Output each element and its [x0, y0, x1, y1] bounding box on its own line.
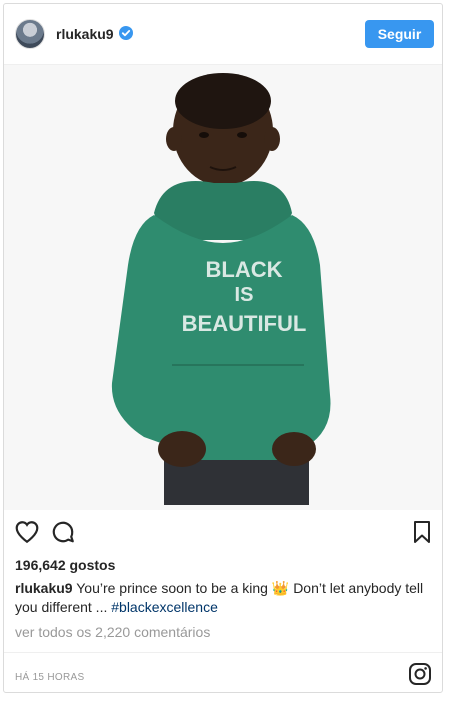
username[interactable]: rlukaku9	[56, 26, 114, 42]
hoodie-text-line-1: BLACK	[206, 257, 283, 282]
heart-icon	[15, 521, 39, 544]
hashtag-link[interactable]: #blackexcellence	[111, 599, 218, 615]
verified-badge-icon	[119, 26, 133, 40]
hoodie-text-line-3: BEAUTIFUL	[182, 311, 307, 336]
likes-count[interactable]: 196,642 gostos	[15, 557, 115, 573]
post-footer: HÁ 15 HORAS	[4, 652, 442, 693]
action-bar	[4, 517, 442, 553]
hoodie-text-line-2: IS	[235, 284, 254, 306]
post-photo[interactable]: BLACK IS BEAUTIFUL	[4, 65, 442, 510]
instagram-icon[interactable]	[408, 662, 432, 686]
comment-icon	[52, 521, 74, 543]
post-timestamp[interactable]: HÁ 15 HORAS	[15, 672, 84, 683]
hoodie-shape	[111, 215, 331, 460]
boy-in-green-hoodie-image: BLACK IS BEAUTIFUL	[4, 65, 442, 510]
save-button[interactable]	[407, 517, 437, 547]
view-all-comments-link[interactable]: ver todos os 2,220 comentários	[15, 624, 210, 640]
avatar[interactable]	[15, 19, 45, 49]
comment-button[interactable]	[48, 517, 78, 547]
instagram-embed-card: rlukaku9 Seguir BLACK IS BEAUTIFUL 196,6…	[3, 3, 443, 693]
caption-text-part1: You’re prince soon to be a king	[76, 580, 268, 596]
follow-button[interactable]: Seguir	[365, 20, 434, 48]
post-header: rlukaku9 Seguir	[4, 4, 442, 65]
post-caption: rlukaku9 You’re prince soon to be a king…	[15, 579, 430, 617]
caption-username[interactable]: rlukaku9	[15, 580, 73, 596]
like-button[interactable]	[12, 517, 42, 547]
bookmark-icon	[414, 521, 430, 543]
crown-emoji: 👑	[271, 580, 290, 596]
